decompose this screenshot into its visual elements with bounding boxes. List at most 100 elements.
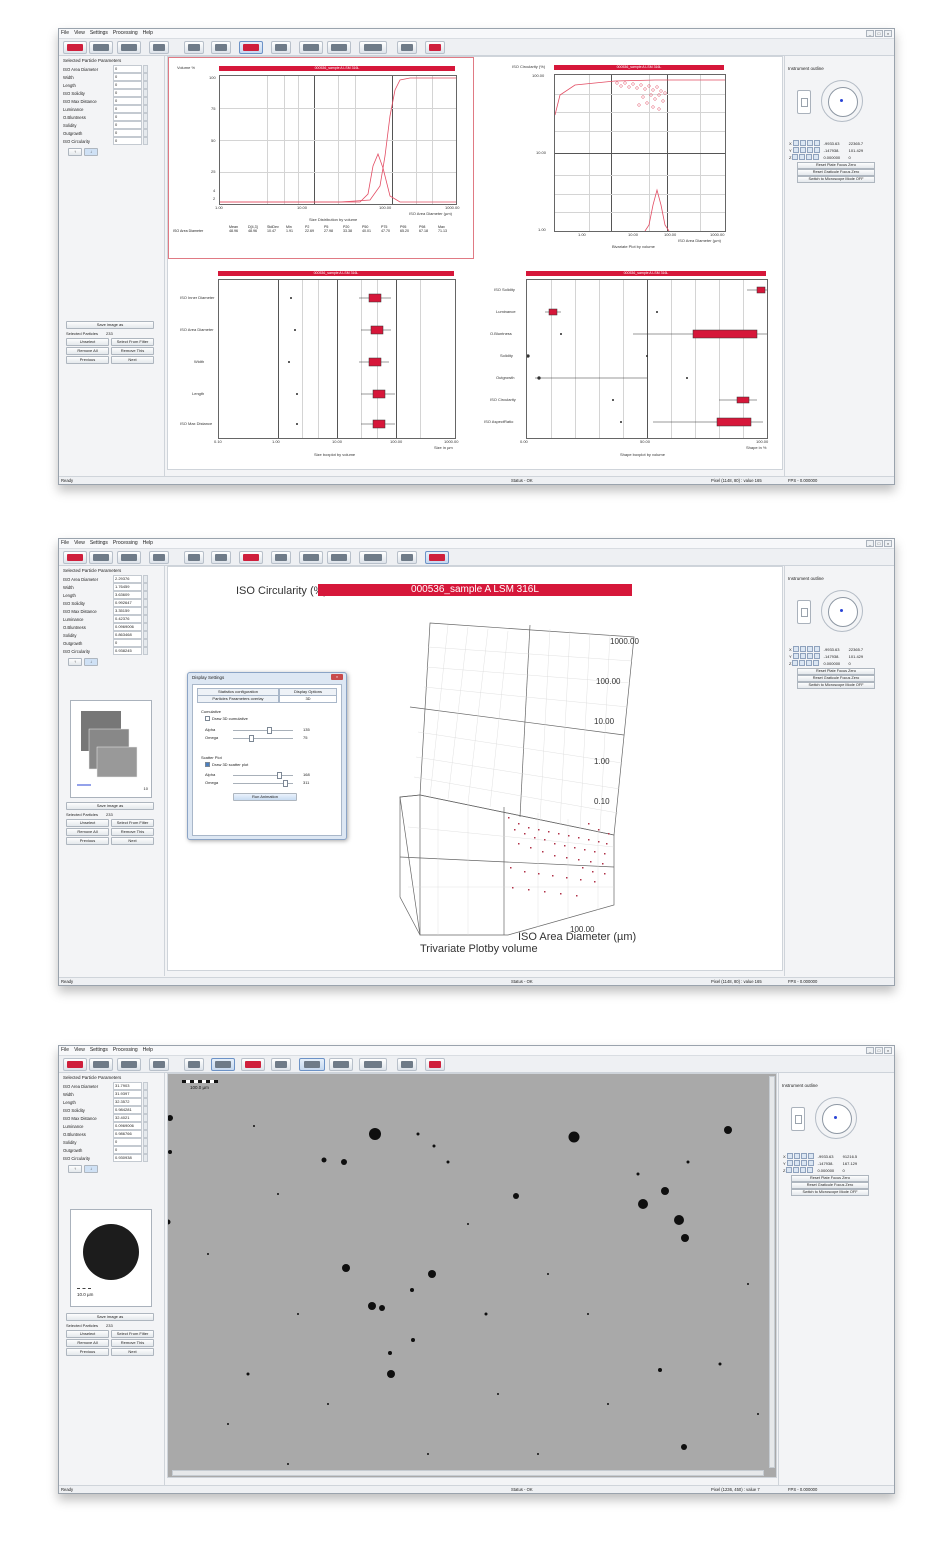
- menu-processing[interactable]: Processing: [113, 1047, 138, 1054]
- spin-icon[interactable]: [143, 1146, 148, 1154]
- menu-view[interactable]: View: [74, 1047, 85, 1054]
- table-button[interactable]: [271, 551, 291, 564]
- export-button[interactable]: [397, 1058, 417, 1071]
- spin-icon[interactable]: [143, 615, 148, 623]
- scatter-button[interactable]: [211, 41, 231, 54]
- maximize-icon[interactable]: □: [875, 30, 883, 37]
- menu-view[interactable]: View: [74, 540, 85, 547]
- unselect-button[interactable]: Unselect: [66, 1330, 109, 1338]
- draw-cumulative-checkbox[interactable]: Draw 3D cumulative: [205, 716, 248, 722]
- run-animation-button[interactable]: Run Animation: [233, 793, 297, 801]
- spin-icon[interactable]: [143, 113, 148, 121]
- menu-help[interactable]: Help: [143, 30, 153, 37]
- remove-this-button[interactable]: Remove This: [111, 1339, 154, 1347]
- minimize-icon[interactable]: _: [866, 30, 874, 37]
- scatter-button[interactable]: [211, 1058, 235, 1071]
- spin-icon[interactable]: [143, 65, 148, 73]
- horizontal-scrollbar[interactable]: [172, 1470, 764, 1476]
- up-arrow-button[interactable]: ↑: [68, 658, 82, 666]
- menu-file[interactable]: File: [61, 540, 69, 547]
- up-arrow-button[interactable]: ↑: [68, 1165, 82, 1173]
- switch-microscope-button[interactable]: Switch to Microscope Mode OFF: [797, 682, 875, 689]
- save-image-button[interactable]: Save image as: [66, 802, 154, 810]
- scatter-button[interactable]: [211, 551, 231, 564]
- reset-plate-focus-button[interactable]: Reset Plate Focus Zero: [797, 162, 875, 169]
- close-icon[interactable]: ×: [884, 30, 892, 37]
- vertical-scrollbar[interactable]: [769, 1076, 775, 1468]
- draw-scatter-checkbox[interactable]: Draw 3D scatter plot: [205, 762, 248, 768]
- microscope-image-view[interactable]: 100.0 µm: [167, 1073, 777, 1478]
- up-arrow-button[interactable]: ↑: [68, 148, 82, 156]
- spin-icon[interactable]: [143, 137, 148, 145]
- previous-button[interactable]: Previous: [66, 1348, 109, 1356]
- spin-icon[interactable]: [143, 647, 148, 655]
- close-icon[interactable]: ×: [884, 540, 892, 547]
- spin-icon[interactable]: [143, 89, 148, 97]
- spin-icon[interactable]: [143, 97, 148, 105]
- unselect-button[interactable]: Unselect: [66, 338, 109, 346]
- save-image-button[interactable]: Save image as: [66, 321, 154, 329]
- open-folder-button[interactable]: [149, 551, 169, 564]
- chart-button[interactable]: [241, 1058, 265, 1071]
- select-from-filter-button[interactable]: Select From Filter: [111, 819, 154, 827]
- close-icon[interactable]: ×: [884, 1047, 892, 1054]
- remove-all-button[interactable]: Remove All: [66, 347, 109, 355]
- image-button[interactable]: [117, 551, 141, 564]
- remove-this-button[interactable]: Remove This: [111, 347, 154, 355]
- arrow-left-button[interactable]: [299, 1058, 325, 1071]
- minimize-icon[interactable]: _: [866, 1047, 874, 1054]
- spin-icon[interactable]: [143, 1130, 148, 1138]
- save-image-button[interactable]: Save image as: [66, 1313, 154, 1321]
- arrow-left-button[interactable]: [299, 41, 323, 54]
- menu-settings[interactable]: Settings: [90, 1047, 108, 1054]
- link-button[interactable]: [425, 551, 449, 564]
- capture-button[interactable]: [89, 1058, 113, 1071]
- link-button[interactable]: [425, 41, 445, 54]
- panel-button[interactable]: [359, 41, 387, 54]
- image-button[interactable]: [117, 1058, 141, 1071]
- reset-plate-focus-button[interactable]: Reset Plate Focus Zero: [791, 1175, 869, 1182]
- capture-button[interactable]: [89, 41, 113, 54]
- spin-icon[interactable]: [143, 1138, 148, 1146]
- spin-icon[interactable]: [143, 631, 148, 639]
- table-button[interactable]: [271, 41, 291, 54]
- menu-processing[interactable]: Processing: [113, 30, 138, 37]
- spin-icon[interactable]: [143, 1154, 148, 1162]
- record-button[interactable]: [63, 551, 87, 564]
- spin-icon[interactable]: [143, 1082, 148, 1090]
- down-arrow-button[interactable]: ↓: [84, 1165, 98, 1173]
- arrow-right-button[interactable]: [329, 1058, 353, 1071]
- select-from-filter-button[interactable]: Select From Filter: [111, 1330, 154, 1338]
- grid-button[interactable]: [184, 41, 204, 54]
- minimize-icon[interactable]: _: [866, 540, 874, 547]
- spin-icon[interactable]: [143, 599, 148, 607]
- maximize-icon[interactable]: □: [875, 540, 883, 547]
- image-button[interactable]: [117, 41, 141, 54]
- capture-button[interactable]: [89, 551, 113, 564]
- down-arrow-button[interactable]: ↓: [84, 658, 98, 666]
- scatter-alpha-slider[interactable]: [233, 772, 293, 779]
- down-arrow-button[interactable]: ↓: [84, 148, 98, 156]
- spin-icon[interactable]: [143, 1098, 148, 1106]
- previous-button[interactable]: Previous: [66, 837, 109, 845]
- spin-icon[interactable]: [143, 129, 148, 137]
- remove-all-button[interactable]: Remove All: [66, 1339, 109, 1347]
- select-from-filter-button[interactable]: Select From Filter: [111, 338, 154, 346]
- cumulative-omega-slider[interactable]: [233, 735, 293, 742]
- arrow-left-button[interactable]: [299, 551, 323, 564]
- menu-help[interactable]: Help: [143, 1047, 153, 1054]
- reset-graticule-focus-button[interactable]: Reset Graticule Focus Zero: [797, 169, 875, 176]
- panel-button[interactable]: [359, 551, 387, 564]
- reset-plate-focus-button[interactable]: Reset Plate Focus Zero: [797, 668, 875, 675]
- export-button[interactable]: [397, 551, 417, 564]
- scatter-omega-slider[interactable]: [233, 780, 293, 787]
- grid-button[interactable]: [184, 551, 204, 564]
- spin-icon[interactable]: [143, 639, 148, 647]
- spin-icon[interactable]: [143, 73, 148, 81]
- grid-button[interactable]: [184, 1058, 204, 1071]
- chart-button[interactable]: [239, 551, 263, 564]
- link-button[interactable]: [425, 1058, 445, 1071]
- open-folder-button[interactable]: [149, 1058, 169, 1071]
- panel-button[interactable]: [359, 1058, 387, 1071]
- spin-icon[interactable]: [143, 623, 148, 631]
